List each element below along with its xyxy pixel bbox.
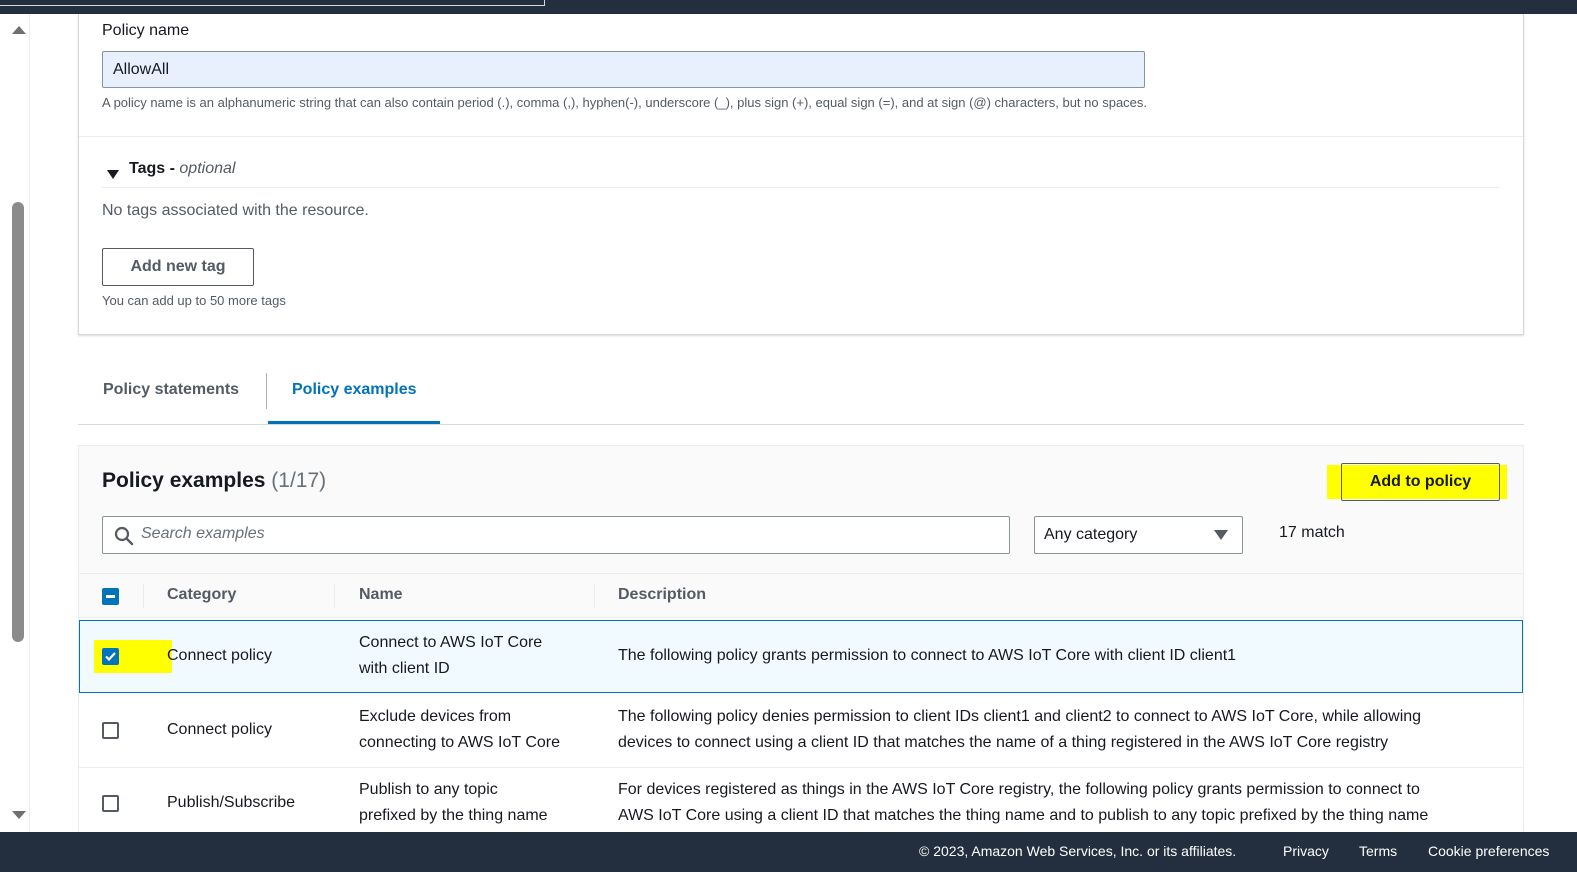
no-tags-text: No tags associated with the resource. (102, 202, 369, 219)
tags-limit-hint: You can add up to 50 more tags (102, 293, 286, 308)
select-all-checkbox[interactable] (102, 588, 119, 605)
column-header-description[interactable]: Description (618, 586, 706, 604)
section-divider (79, 136, 1523, 137)
footer-terms-link[interactable]: Terms (1359, 843, 1397, 859)
top-navigation-bar (0, 0, 1577, 14)
tab-separator (266, 373, 267, 409)
category-select-value: Any category (1044, 526, 1138, 543)
examples-title-text: Policy examples (102, 469, 266, 492)
column-header-name[interactable]: Name (359, 586, 403, 604)
row-description: The following policy grants permission t… (618, 647, 1237, 664)
row-name-line2: connecting to AWS IoT Core (359, 734, 560, 751)
examples-count: (1/17) (271, 469, 327, 492)
column-separator (143, 584, 144, 608)
row-description-line1: The following policy denies permission t… (618, 708, 1422, 725)
footer-privacy-link[interactable]: Privacy (1283, 843, 1329, 859)
row-category: Publish/Subscribe (167, 794, 296, 811)
active-tab-indicator (268, 421, 440, 424)
search-icon (114, 526, 134, 546)
row-name-line2: prefixed by the thing name (359, 807, 548, 824)
row-description-line1: For devices registered as things in the … (618, 781, 1420, 798)
scroll-up-arrow-icon[interactable] (12, 26, 26, 34)
scroll-thumb[interactable] (12, 202, 24, 642)
row-name-line1: Publish to any topic (359, 781, 498, 798)
dropdown-caret-icon (1214, 530, 1228, 540)
row-description-line2: AWS IoT Core using a client ID that matc… (618, 807, 1429, 824)
tags-section-header[interactable]: Tags - optional (129, 160, 235, 178)
search-examples-input[interactable] (141, 525, 981, 543)
examples-header-bg (79, 446, 1523, 574)
column-separator (334, 584, 335, 608)
row-description-line2: devices to connect using a client ID tha… (618, 734, 1389, 751)
row-checkbox[interactable] (102, 722, 119, 739)
top-bar-fragment (0, 0, 545, 6)
footer-cookie-preferences-link[interactable]: Cookie preferences (1428, 843, 1549, 859)
match-count: 17 match (1279, 524, 1345, 541)
policy-name-input[interactable] (102, 51, 1145, 88)
row-name-line2: with client ID (359, 660, 450, 677)
table-header (79, 573, 1523, 618)
row-name-line1: Connect to AWS IoT Core (359, 634, 543, 651)
tags-expand-caret-icon[interactable] (107, 166, 119, 184)
footer-copyright: © 2023, Amazon Web Services, Inc. or its… (919, 843, 1237, 859)
policy-name-label: Policy name (102, 22, 190, 39)
scroll-down-arrow-icon[interactable] (12, 811, 26, 819)
tags-optional-label: optional (179, 160, 236, 177)
row-category: Connect policy (167, 721, 272, 738)
tab-policy-statements[interactable]: Policy statements (103, 381, 239, 399)
column-header-category[interactable]: Category (167, 586, 236, 604)
policy-name-hint: A policy name is an alphanumeric string … (102, 95, 1148, 110)
page-footer: © 2023, Amazon Web Services, Inc. or its… (0, 832, 1577, 872)
row-category: Connect policy (167, 647, 272, 664)
checkmark-icon (105, 652, 116, 662)
page-scrollbar[interactable] (8, 14, 30, 832)
tab-policy-examples[interactable]: Policy examples (292, 381, 417, 399)
row-name-line1: Exclude devices from (359, 708, 512, 725)
tags-label: Tags - (129, 160, 175, 177)
row-checkbox-checked[interactable] (102, 648, 119, 665)
examples-title: Policy examples (1/17) (102, 469, 326, 493)
category-select[interactable]: Any category (1034, 516, 1243, 554)
add-to-policy-button[interactable]: Add to policy (1341, 463, 1500, 501)
search-examples-field[interactable] (102, 516, 1010, 554)
row-checkbox[interactable] (102, 795, 119, 812)
tabs-baseline (78, 424, 1524, 425)
add-new-tag-button[interactable]: Add new tag (102, 248, 254, 286)
tags-divider (102, 187, 1499, 188)
column-separator (594, 584, 595, 608)
